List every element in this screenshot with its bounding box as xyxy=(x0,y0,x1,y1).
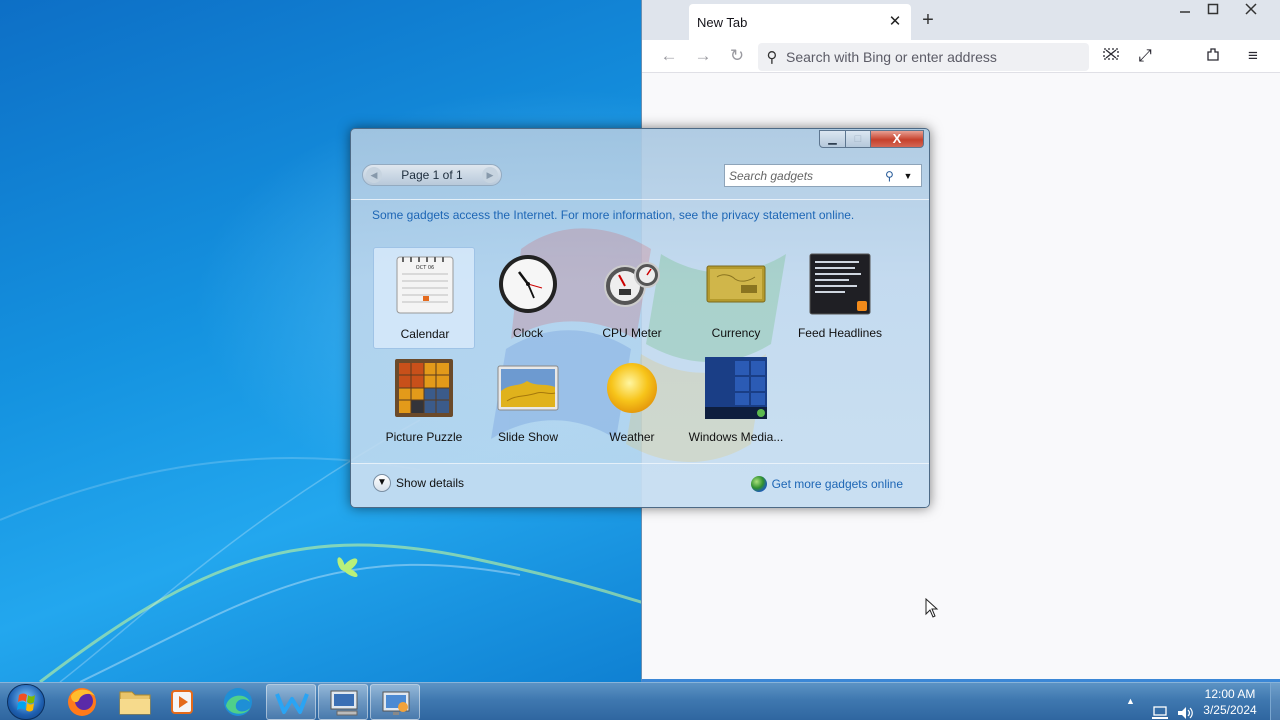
edge-icon xyxy=(224,688,252,716)
clock-time: 12:00 AM xyxy=(1204,687,1256,701)
gadget-label: Clock xyxy=(512,326,543,340)
wps-icon xyxy=(275,693,309,714)
file-explorer-icon xyxy=(119,691,151,715)
mouse-cursor-icon xyxy=(925,598,939,618)
taskbar: ▲ 12:00 AM 3/25/2024 xyxy=(0,682,1280,720)
next-page-icon[interactable]: ▶ xyxy=(482,167,498,183)
search-dropdown-icon[interactable]: ▼ xyxy=(901,171,915,181)
show-desktop-button[interactable] xyxy=(1270,683,1280,720)
close-icon xyxy=(1245,3,1257,15)
windows-logo-icon xyxy=(17,693,35,712)
picture-puzzle-icon xyxy=(393,357,455,419)
clock-icon xyxy=(497,253,559,315)
globe-icon xyxy=(750,476,767,492)
chevron-down-icon: ▼ xyxy=(373,474,391,492)
page-label: Page 1 of 1 xyxy=(401,168,463,182)
gadget-search-input[interactable] xyxy=(725,168,885,183)
get-more-gadgets-label: Get more gadgets online xyxy=(771,477,903,491)
navigation-toolbar: ← → ↻ ⚲ ⤢ ≡ xyxy=(642,40,1280,73)
privacy-info-link[interactable]: Some gadgets access the Internet. For mo… xyxy=(372,208,854,222)
gadgets-minimize-button[interactable]: ▁ xyxy=(819,130,846,148)
gadget-label: Slide Show xyxy=(497,430,559,444)
search-icon[interactable]: ⚲ xyxy=(885,169,901,183)
slide-show-icon xyxy=(497,357,559,419)
weather-icon xyxy=(601,357,663,419)
firefox-icon xyxy=(68,688,96,716)
gadget-label: Weather xyxy=(609,430,655,444)
taskbar-remote-desktop[interactable] xyxy=(318,684,368,720)
cpu-meter-icon xyxy=(601,253,663,315)
show-details-label: Show details xyxy=(396,476,465,490)
tab-new-tab[interactable]: New Tab ✕ xyxy=(689,4,911,40)
gadgets-close-button[interactable]: X xyxy=(870,130,924,148)
gadget-cpu-meter[interactable]: CPU Meter xyxy=(581,247,683,349)
gadget-picture-puzzle[interactable]: Picture Puzzle xyxy=(373,351,475,453)
gadget-weather[interactable]: Weather xyxy=(581,351,683,453)
tab-strip: New Tab ✕ + xyxy=(642,0,1280,40)
gadget-feed-headlines[interactable]: Feed Headlines xyxy=(789,247,891,349)
gadget-label: Feed Headlines xyxy=(797,326,883,340)
clock-date: 3/25/2024 xyxy=(1203,703,1257,717)
screenshot-icon[interactable] xyxy=(1100,45,1122,67)
taskbar-display-settings[interactable] xyxy=(370,684,420,720)
window-close-button[interactable] xyxy=(1236,2,1266,20)
gadget-slide-show[interactable]: Slide Show xyxy=(477,351,579,453)
gadgets-footer: ▼ Show details Get more gadgets online xyxy=(351,463,929,507)
media-player-icon xyxy=(171,690,193,714)
gadget-label: Picture Puzzle xyxy=(385,430,463,444)
gadget-label: Windows Media... xyxy=(688,430,784,444)
search-icon: ⚲ xyxy=(766,49,778,66)
taskbar-firefox[interactable] xyxy=(57,684,107,720)
gadget-label: Calendar xyxy=(400,327,450,341)
tab-title: New Tab xyxy=(697,14,748,30)
new-tab-button[interactable]: + xyxy=(916,9,940,33)
show-details-button[interactable]: ▼ Show details xyxy=(373,474,464,492)
gadgets-maximize-button: □ xyxy=(845,130,871,148)
window-minimize-button[interactable] xyxy=(1170,2,1200,20)
gadget-label: Currency xyxy=(711,326,761,340)
gadget-currency[interactable]: Currency xyxy=(685,247,787,349)
tab-close-icon[interactable]: ✕ xyxy=(887,14,903,30)
remote-desktop-icon xyxy=(330,690,358,716)
volume-icon[interactable] xyxy=(1176,694,1194,720)
tray-overflow-icon[interactable]: ▲ xyxy=(1126,693,1138,720)
prev-page-icon[interactable]: ◀ xyxy=(366,167,382,183)
svg-text:OCT 06: OCT 06 xyxy=(416,265,434,271)
taskbar-file-explorer[interactable] xyxy=(110,684,160,720)
gadget-calendar[interactable]: OCT 06 Calendar xyxy=(373,247,475,349)
calendar-icon: OCT 06 xyxy=(394,254,456,316)
gadget-label: CPU Meter xyxy=(602,326,662,340)
reload-icon[interactable]: ↻ xyxy=(726,45,748,67)
gadget-clock[interactable]: Clock xyxy=(477,247,579,349)
window-maximize-button[interactable] xyxy=(1198,2,1228,20)
divider xyxy=(351,199,929,200)
menu-icon[interactable]: ≡ xyxy=(1242,45,1264,67)
maximize-icon xyxy=(1207,3,1219,15)
gadget-windows-media[interactable]: Windows Media... xyxy=(685,351,787,453)
windows-media-icon xyxy=(704,357,768,419)
taskbar-media-player[interactable] xyxy=(157,684,207,720)
get-more-gadgets-link[interactable]: Get more gadgets online xyxy=(750,476,903,492)
network-icon[interactable] xyxy=(1151,694,1169,720)
start-button[interactable] xyxy=(7,684,45,720)
address-input[interactable] xyxy=(786,49,1076,65)
extensions-icon[interactable] xyxy=(1203,45,1225,67)
fullscreen-icon[interactable]: ⤢ xyxy=(1134,45,1156,67)
back-icon[interactable]: ← xyxy=(658,45,680,67)
forward-icon[interactable]: → xyxy=(692,45,714,67)
page-navigator: ◀ Page 1 of 1 ▶ xyxy=(362,164,502,186)
currency-icon xyxy=(705,253,767,315)
gadgets-gallery-window: ▁ □ X ◀ Page 1 of 1 ▶ ⚲ ▼ Some gadgets a… xyxy=(350,128,930,508)
gadget-search-box[interactable]: ⚲ ▼ xyxy=(724,164,922,187)
feed-headlines-icon xyxy=(809,253,871,315)
taskbar-wps[interactable] xyxy=(266,684,316,720)
address-bar[interactable]: ⚲ xyxy=(758,43,1089,71)
minimize-icon xyxy=(1180,11,1190,13)
system-clock[interactable]: 12:00 AM 3/25/2024 xyxy=(1196,686,1264,718)
display-settings-icon xyxy=(382,691,410,715)
gadget-grid: OCT 06 Calendar Clock CPU Meter Currency… xyxy=(373,247,893,457)
taskbar-edge[interactable] xyxy=(212,684,262,720)
